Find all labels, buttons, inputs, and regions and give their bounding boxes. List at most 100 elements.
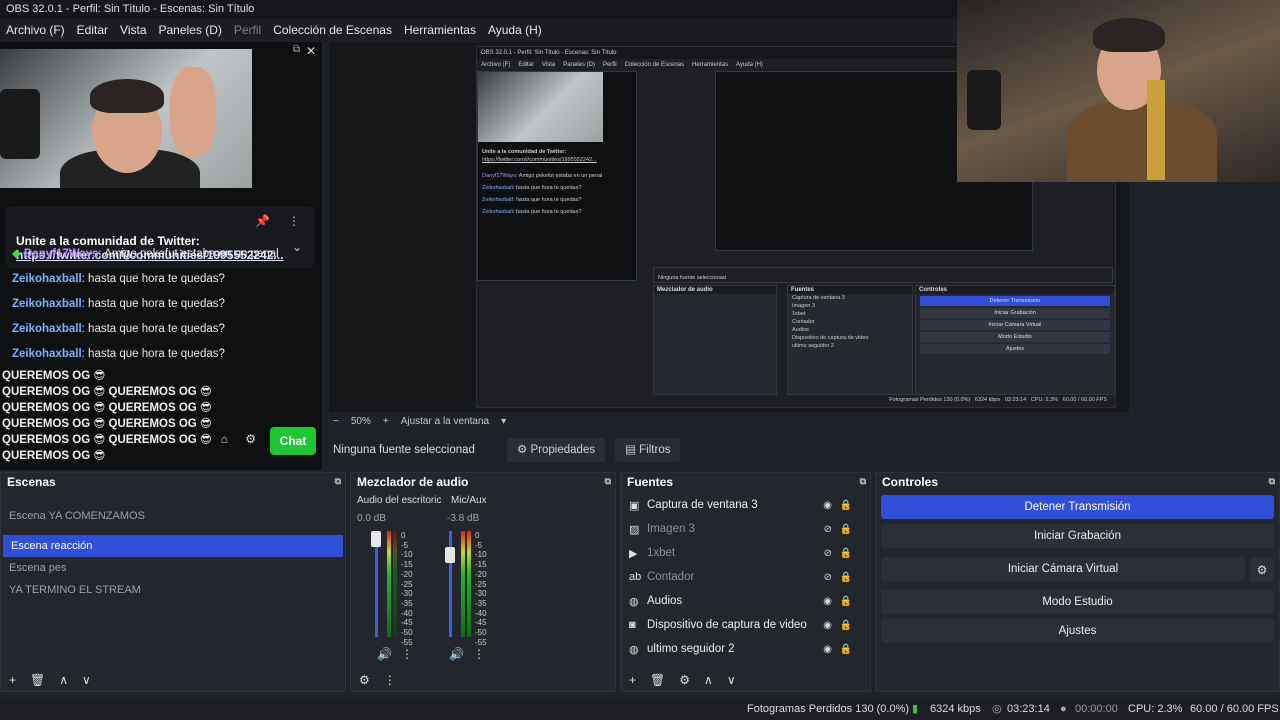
menu-perfil[interactable]: Perfil: [228, 19, 267, 41]
studio-mode-button[interactable]: Modo Estudio: [881, 590, 1274, 614]
menu-coleccion-escenas[interactable]: Colección de Escenas: [267, 19, 398, 41]
lock-icon[interactable]: 🔒: [840, 524, 852, 535]
eye-icon[interactable]: ◉: [823, 644, 832, 655]
speaker-icon[interactable]: 🔊: [377, 647, 392, 661]
filter-icon: ▤: [625, 444, 640, 456]
scene-item-selected[interactable]: Escena reacción: [3, 535, 343, 557]
controls-title: Controles ⧉: [882, 475, 1275, 489]
menu-paneles[interactable]: Paneles (D): [153, 19, 228, 41]
menu-vista[interactable]: Vista: [114, 19, 152, 41]
lock-icon[interactable]: 🔒: [840, 620, 852, 631]
eye-icon[interactable]: ◉: [823, 620, 832, 631]
gear-icon[interactable]: ⚙: [679, 673, 690, 687]
source-item[interactable]: ▨ Imagen 3 ⊘ 🔒: [621, 517, 870, 541]
lock-icon[interactable]: 🔒: [840, 548, 852, 559]
scene-item[interactable]: YA TERMINO EL STREAM: [1, 579, 345, 601]
source-item[interactable]: ▶ 1xbet ⊘ 🔒: [621, 541, 870, 565]
lock-icon[interactable]: 🔒: [840, 500, 852, 511]
fit-window-label[interactable]: Ajustar a la ventana: [401, 414, 489, 430]
level-meter: [467, 531, 471, 637]
cpu-usage: CPU: 2.3%: [1128, 703, 1183, 715]
gear-icon[interactable]: ⚙: [1250, 557, 1274, 582]
menu-editar[interactable]: Editar: [71, 19, 114, 41]
lock-icon[interactable]: 🔒: [840, 572, 852, 583]
undock-icon[interactable]: ⧉: [335, 476, 341, 487]
scenes-dock: Escenas ⧉ Escena YA COMENZAMOS Escena rea…: [0, 472, 346, 692]
menu-herramientas[interactable]: Herramientas: [398, 19, 482, 41]
nested-sources: Fuentes Captura de ventana 3 Imagen 3 1x…: [787, 285, 913, 395]
settings-button[interactable]: Ajustes: [881, 619, 1274, 643]
source-item[interactable]: ab Contador ⊘ 🔒: [621, 565, 870, 589]
chevron-down-icon[interactable]: ∨: [82, 673, 91, 687]
chevron-down-icon[interactable]: ∨: [727, 673, 736, 687]
start-recording-button[interactable]: Iniciar Grabación: [881, 524, 1274, 548]
undock-icon[interactable]: ⧉: [293, 44, 300, 55]
stop-stream-button[interactable]: Detener Transmisión: [881, 495, 1274, 519]
chat-message: Zeikohaxball: hasta que hora te quedas?: [12, 348, 225, 360]
add-icon[interactable]: +: [9, 673, 16, 687]
eye-hidden-icon[interactable]: ⊘: [824, 548, 832, 559]
fader-knob[interactable]: [445, 547, 455, 563]
lock-icon[interactable]: 🔒: [840, 596, 852, 607]
source-item[interactable]: ◙ Dispositivo de captura de video ◉ 🔒: [621, 613, 870, 637]
nested-chat: Unite a la comunidad de Twitter: https:/…: [477, 71, 637, 281]
undock-icon[interactable]: ⧉: [860, 476, 866, 487]
scenes-toolbar: + 🗑 ∧ ∨: [9, 673, 91, 687]
menu-bar: Archivo (F) Editar Vista Paneles (D) Per…: [0, 19, 960, 41]
eye-icon[interactable]: ◉: [823, 500, 832, 511]
more-icon[interactable]: ⋮: [473, 647, 485, 661]
globe-icon: ◍: [629, 643, 639, 656]
menu-archivo[interactable]: Archivo (F): [0, 19, 71, 41]
no-source-label: Ninguna fuente seleccionad: [333, 444, 475, 456]
scene-item[interactable]: Escena YA COMENZAMOS: [1, 505, 345, 527]
source-item[interactable]: ◍ ultimo seguidor 2 ◉ 🔒: [621, 637, 870, 661]
mixer-title: Mezclador de audio ⧉: [357, 475, 611, 489]
filters-button[interactable]: ▤ Filtros: [615, 438, 681, 462]
chevron-up-icon[interactable]: ∧: [59, 673, 68, 687]
mixer-settings-icon[interactable]: ⚙: [359, 673, 370, 687]
store-icon[interactable]: ⌂: [221, 432, 228, 446]
chat-messages: ◆ Danyf17Ways: Amigo pekefut estaba en u…: [12, 242, 312, 367]
undock-icon[interactable]: ⧉: [605, 476, 611, 487]
scenes-title: Escenas ⧉: [7, 475, 341, 489]
eye-icon[interactable]: ◉: [823, 596, 832, 607]
scene-item[interactable]: Escena pes: [1, 557, 345, 579]
dropped-frames: Fotogramas Perdidos 130 (0.0%): [747, 703, 910, 715]
lock-icon[interactable]: 🔒: [840, 644, 852, 655]
mixer-toolbar: ⚙ ⋮: [359, 673, 396, 687]
source-item[interactable]: ▣ Captura de ventana 3 ◉ 🔒: [621, 493, 870, 517]
start-virtual-cam-button[interactable]: Iniciar Cámara Virtual: [881, 557, 1245, 581]
camera-icon: ◙: [629, 619, 636, 631]
pin-icon[interactable]: 📌: [255, 214, 270, 228]
globe-icon: ◍: [629, 595, 639, 608]
more-icon[interactable]: ⋮: [384, 673, 396, 687]
chevron-up-icon[interactable]: ∧: [704, 673, 713, 687]
stream-icon: ◎: [992, 703, 1002, 715]
zoom-out-icon[interactable]: −: [333, 414, 339, 430]
remove-icon[interactable]: 🗑: [30, 673, 45, 687]
chat-message: Zeikohaxball: hasta que hora te quedas?: [12, 298, 225, 310]
add-icon[interactable]: +: [629, 673, 636, 687]
channel-name: Audio del escritoric: [357, 495, 442, 506]
eye-hidden-icon[interactable]: ⊘: [824, 524, 832, 535]
db-scale: 0 -5 -10 -15 -20 -25 -30 -35 -40 -45 -50 -55: [475, 531, 487, 647]
source-item[interactable]: ◍ Audios ◉ 🔒: [621, 589, 870, 613]
more-icon[interactable]: ⋮: [288, 214, 300, 228]
close-icon[interactable]: ✕: [306, 44, 316, 58]
sources-title: Fuentes ⧉: [627, 475, 866, 489]
nested-cam: [478, 72, 603, 142]
menu-ayuda[interactable]: Ayuda (H): [482, 19, 548, 41]
fader-knob[interactable]: [371, 531, 381, 547]
remove-icon[interactable]: 🗑: [650, 673, 665, 687]
zoom-in-icon[interactable]: +: [383, 414, 389, 430]
text-icon: ab: [629, 571, 642, 583]
sources-toolbar: + 🗑 ⚙ ∧ ∨: [629, 673, 736, 687]
chat-send-button[interactable]: Chat: [270, 427, 316, 455]
speaker-icon[interactable]: 🔊: [449, 647, 464, 661]
eye-hidden-icon[interactable]: ⊘: [824, 572, 832, 583]
undock-icon[interactable]: ⧉: [1269, 476, 1275, 487]
fit-dropdown-icon[interactable]: ▾: [501, 414, 506, 430]
properties-button[interactable]: ⚙ Propiedades: [507, 438, 606, 462]
gear-icon[interactable]: ⚙: [245, 432, 256, 446]
more-icon[interactable]: ⋮: [401, 647, 413, 661]
